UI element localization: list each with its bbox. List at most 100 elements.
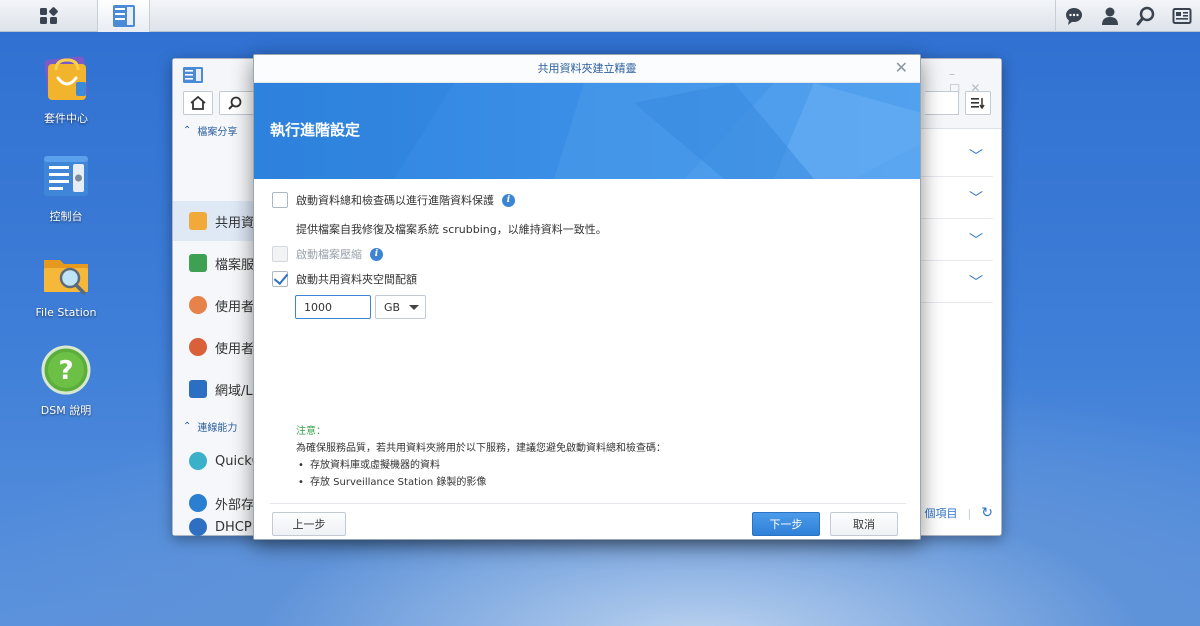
quota-size-input[interactable] <box>295 295 371 319</box>
sidebar-item-file-services[interactable]: 檔案服務 <box>173 243 256 283</box>
back-button[interactable]: 上一步 <box>272 512 346 536</box>
list-footer: 個項目 | ↻ <box>925 505 993 521</box>
checksum-checkbox[interactable] <box>272 192 288 208</box>
search-icon <box>1136 6 1155 26</box>
sidebar-item-group[interactable]: 使用者群 <box>173 327 256 367</box>
note-list-item: 存放資料庫或虛擬機器的資料 <box>296 457 666 474</box>
quota-unit-select[interactable]: GB <box>375 295 426 319</box>
note-title: 注意： <box>296 426 326 437</box>
wizard-footer: 上一步 下一步 取消 <box>270 503 906 539</box>
sidebar-item-label: DHCP <box>215 519 252 535</box>
sidebar-item-label: 使用者帳 <box>215 299 256 315</box>
user-button[interactable] <box>1092 0 1128 32</box>
control-panel-icon <box>183 67 203 83</box>
widgets-button[interactable] <box>1164 0 1200 32</box>
checksum-option[interactable]: 啟動資料總和檢查碼以進行進階資料保護 i <box>272 192 515 208</box>
home-button[interactable] <box>183 91 213 115</box>
cancel-button[interactable]: 取消 <box>830 512 898 536</box>
note-list-item: 存放 Surveillance Station 錄製的影像 <box>296 474 666 491</box>
group-icon <box>189 338 207 356</box>
desktop-icon-label: DSM 說明 <box>40 404 92 417</box>
sidebar-item-quickconnect[interactable]: QuickC <box>173 441 257 481</box>
quota-option[interactable]: 啟動共用資料夾空間配額 <box>272 271 417 287</box>
sidebar-item-user[interactable]: 使用者帳 <box>173 285 256 325</box>
chat-bubble-icon <box>1066 8 1082 25</box>
user-icon <box>189 296 207 314</box>
note-list: 存放資料庫或虛擬機器的資料 存放 Surveillance Station 錄製… <box>296 457 666 491</box>
sidebar-item-label: QuickC <box>215 453 257 469</box>
taskbar-control-panel-button[interactable] <box>98 0 150 32</box>
next-button[interactable]: 下一步 <box>752 512 820 536</box>
quota-checkbox[interactable] <box>272 271 288 287</box>
close-icon[interactable]: ✕ <box>895 55 908 81</box>
desktop-icon-dsm-help[interactable]: ? DSM 說明 <box>24 344 108 418</box>
list-row[interactable]: ﹀ <box>921 261 993 303</box>
sidebar-item-label: 檔案服務 <box>215 257 256 273</box>
wizard-heading: 執行進階設定 <box>270 121 361 139</box>
wizard-title: 共用資料夾建立精靈 <box>537 62 637 75</box>
home-icon <box>190 96 206 110</box>
chevron-up-icon: ⌃ <box>183 421 192 432</box>
chevron-down-icon: ﹀ <box>969 190 983 207</box>
desktop-icon-package-center[interactable]: 套件中心 <box>24 52 108 126</box>
chevron-up-icon: ⌃ <box>183 125 192 136</box>
note-section: 注意： 為確保服務品質，若共用資料夾將用於以下服務，建議您避免啟動資料總和檢查碼… <box>296 423 666 491</box>
desktop-icon-control-panel[interactable]: 控制台 <box>24 150 108 224</box>
main-menu-button[interactable] <box>0 0 98 32</box>
checksum-label: 啟動資料總和檢查碼以進行進階資料保護 <box>296 194 494 207</box>
quota-label: 啟動共用資料夾空間配額 <box>296 273 417 286</box>
user-icon <box>1102 7 1118 25</box>
sidebar-item-shared-folder[interactable]: 共用資料 <box>173 201 256 241</box>
item-count: 個項目 <box>924 507 958 520</box>
wizard-titlebar: 共用資料夾建立精靈 ✕ <box>254 55 920 83</box>
note-text: 為確保服務品質，若共用資料夾將用於以下服務，建議您避免啟動資料總和檢查碼： <box>296 443 666 454</box>
wizard-banner: 執行進階設定 <box>254 83 920 179</box>
sidebar-item-domain-ldap[interactable]: 網域/LD <box>173 369 256 409</box>
chevron-down-icon: ﹀ <box>969 148 983 165</box>
wizard-body: 啟動資料總和檢查碼以進行進階資料保護 i 提供檔案自我修復及檔案系統 scrub… <box>254 179 920 503</box>
info-icon[interactable]: i <box>502 193 515 207</box>
help-icon: ? <box>41 345 91 395</box>
shared-folder-icon <box>189 212 207 230</box>
sidebar-item-dhcp[interactable]: DHCP <box>173 507 257 547</box>
sidebar-category-label: 檔案分享 <box>197 127 238 138</box>
file-services-icon <box>189 254 207 272</box>
refresh-icon[interactable]: ↻ <box>981 505 993 521</box>
sort-button[interactable] <box>965 91 991 115</box>
chevron-down-icon: ﹀ <box>969 232 983 249</box>
sort-icon <box>971 98 985 109</box>
sidebar-category-connectivity[interactable]: ⌃ 連線能力 <box>183 419 237 434</box>
widgets-icon <box>1172 8 1192 24</box>
list-search-field[interactable] <box>925 91 959 115</box>
divider: | <box>967 506 972 520</box>
sidebar-category-file-sharing[interactable]: ⌃ 檔案分享 <box>183 123 237 138</box>
info-icon[interactable]: i <box>370 247 383 261</box>
quickconnect-icon <box>189 452 207 470</box>
sidebar-item-label: 共用資料 <box>215 215 256 231</box>
sidebar-item-label: 使用者群 <box>215 341 256 357</box>
quota-unit-value: GB <box>384 300 401 314</box>
control-panel-icon <box>112 5 135 27</box>
control-panel-icon <box>44 156 88 196</box>
search-button[interactable] <box>1128 0 1164 32</box>
compression-label: 啟動檔案壓縮 <box>296 248 362 261</box>
desktop-icon-label: 套件中心 <box>44 112 88 125</box>
desktop-icon-label: File Station <box>35 306 97 319</box>
compression-checkbox <box>272 246 288 262</box>
svg-text:?: ? <box>58 356 73 386</box>
list-row[interactable]: ﹀ <box>921 219 993 261</box>
checksum-hint: 提供檔案自我修復及檔案系統 scrubbing，以維持資料一致性。 <box>296 223 607 236</box>
package-center-icon <box>44 56 88 100</box>
compression-option: 啟動檔案壓縮 i <box>272 246 383 262</box>
shared-folder-wizard: 共用資料夾建立精靈 ✕ 執行進階設定 啟動資料總和檢查碼以進行進階資料保護 i … <box>253 54 921 540</box>
list-row[interactable]: ﹀ <box>921 135 993 177</box>
main-menu-icon <box>39 7 58 24</box>
desktop-icon-label: 控制台 <box>49 210 83 223</box>
notification-button[interactable] <box>1056 0 1092 32</box>
taskbar <box>0 0 1200 32</box>
chevron-down-icon: ﹀ <box>969 274 983 291</box>
desktop-icon-file-station[interactable]: File Station <box>24 248 108 319</box>
control-panel-sidebar: ⌃ 檔案分享 共用資料 檔案服務 使用者帳 使用者群 網域/LD ⌃ 連線能力 <box>173 117 257 535</box>
search-icon <box>228 96 242 110</box>
list-row[interactable]: ﹀ <box>921 177 993 219</box>
